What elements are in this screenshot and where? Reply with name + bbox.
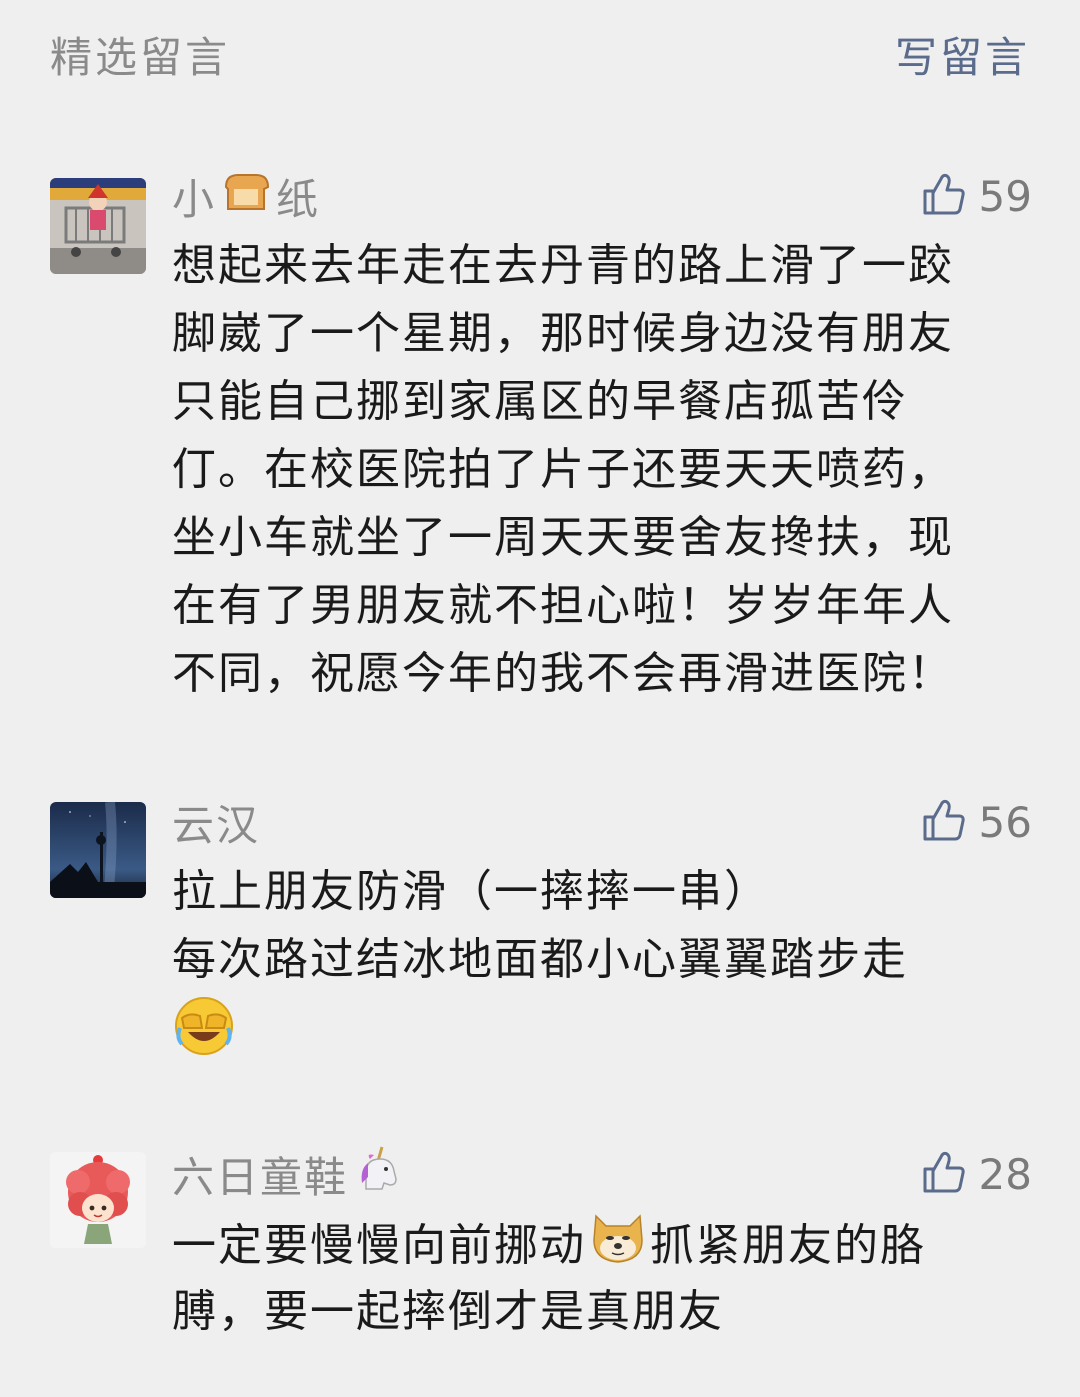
comment-line: 坐小车就坐了一周天天要舍友搀扶，现	[172, 512, 954, 563]
comment-line: 在有了男朋友就不担心啦！岁岁年年人	[172, 580, 954, 631]
nickname-text: 小	[172, 174, 217, 224]
comment-item: 云汉 56 拉上朋友防滑（一摔摔一串） 每次路过结冰地面都小心翼翼踏步走	[0, 792, 1080, 1072]
facepalm-laugh-emoji-icon	[172, 994, 236, 1078]
comment-text: 抓紧朋友的胳	[650, 1220, 926, 1271]
thumbs-up-icon	[921, 1149, 967, 1199]
like-button[interactable]: 59	[921, 166, 1032, 226]
comment-line: 每次路过结冰地面都小心翼翼踏步走	[172, 934, 908, 985]
unicorn-emoji-icon	[352, 1143, 404, 1205]
thumbs-up-icon	[921, 171, 967, 221]
avatar[interactable]	[50, 1152, 146, 1248]
avatar-image	[50, 178, 146, 274]
nickname-text: 六日童鞋	[172, 1152, 349, 1202]
write-comment-link[interactable]: 写留言	[895, 24, 1030, 85]
comment-line	[172, 994, 1032, 1062]
like-count: 56	[978, 797, 1032, 847]
comments-header: 精选留言 写留言	[0, 0, 1080, 110]
avatar-image	[50, 1152, 146, 1248]
avatar-image	[50, 802, 146, 898]
like-count: 28	[978, 1149, 1032, 1199]
comment-text: 一定要慢慢向前挪动	[172, 1220, 586, 1271]
comment-item: 六日童鞋 28 一定要慢慢向前挪动 抓紧朋友的胳 膊，要一起摔倒才是真朋友	[0, 1144, 1080, 1364]
comment-line: 一定要慢慢向前挪动 抓紧朋友的胳	[172, 1210, 1032, 1278]
comment-item: 小 纸 59 想起来去年走在去丹青的路上滑了一跤 脚崴了一个星期，那时候身边没有…	[0, 166, 1080, 706]
comment-line: 脚崴了一个星期，那时候身边没有朋友	[172, 308, 954, 359]
comment-nickname[interactable]: 六日童鞋	[172, 1144, 404, 1204]
avatar[interactable]	[50, 178, 146, 274]
comment-line: 仃。在校医院拍了片子还要天天喷药，	[172, 444, 954, 495]
comment-line: 膊，要一起摔倒才是真朋友	[172, 1286, 724, 1337]
like-button[interactable]: 56	[921, 792, 1032, 852]
comment-nickname[interactable]: 云汉	[172, 792, 260, 852]
comment-line: 只能自己挪到家属区的早餐店孤苦伶	[172, 376, 908, 427]
comment-content: 一定要慢慢向前挪动 抓紧朋友的胳 膊，要一起摔倒才是真朋友	[172, 1210, 1032, 1346]
thumbs-up-icon	[921, 797, 967, 847]
featured-comments-title: 精选留言	[50, 33, 231, 82]
like-count: 59	[978, 171, 1032, 221]
comment-nickname[interactable]: 小 纸	[172, 166, 320, 226]
comment-content: 想起来去年走在去丹青的路上滑了一跤 脚崴了一个星期，那时候身边没有朋友 只能自己…	[172, 232, 1032, 708]
nickname-text: 纸	[276, 174, 321, 224]
like-button[interactable]: 28	[921, 1144, 1032, 1204]
doge-emoji-icon	[588, 1210, 648, 1286]
bread-emoji-icon	[220, 169, 272, 223]
comment-line: 拉上朋友防滑（一摔摔一串）	[172, 866, 770, 917]
comment-content: 拉上朋友防滑（一摔摔一串） 每次路过结冰地面都小心翼翼踏步走	[172, 858, 1032, 1062]
avatar[interactable]	[50, 802, 146, 898]
comment-line: 想起来去年走在去丹青的路上滑了一跤	[172, 240, 954, 291]
comment-line: 不同，祝愿今年的我不会再滑进医院！	[172, 648, 954, 699]
